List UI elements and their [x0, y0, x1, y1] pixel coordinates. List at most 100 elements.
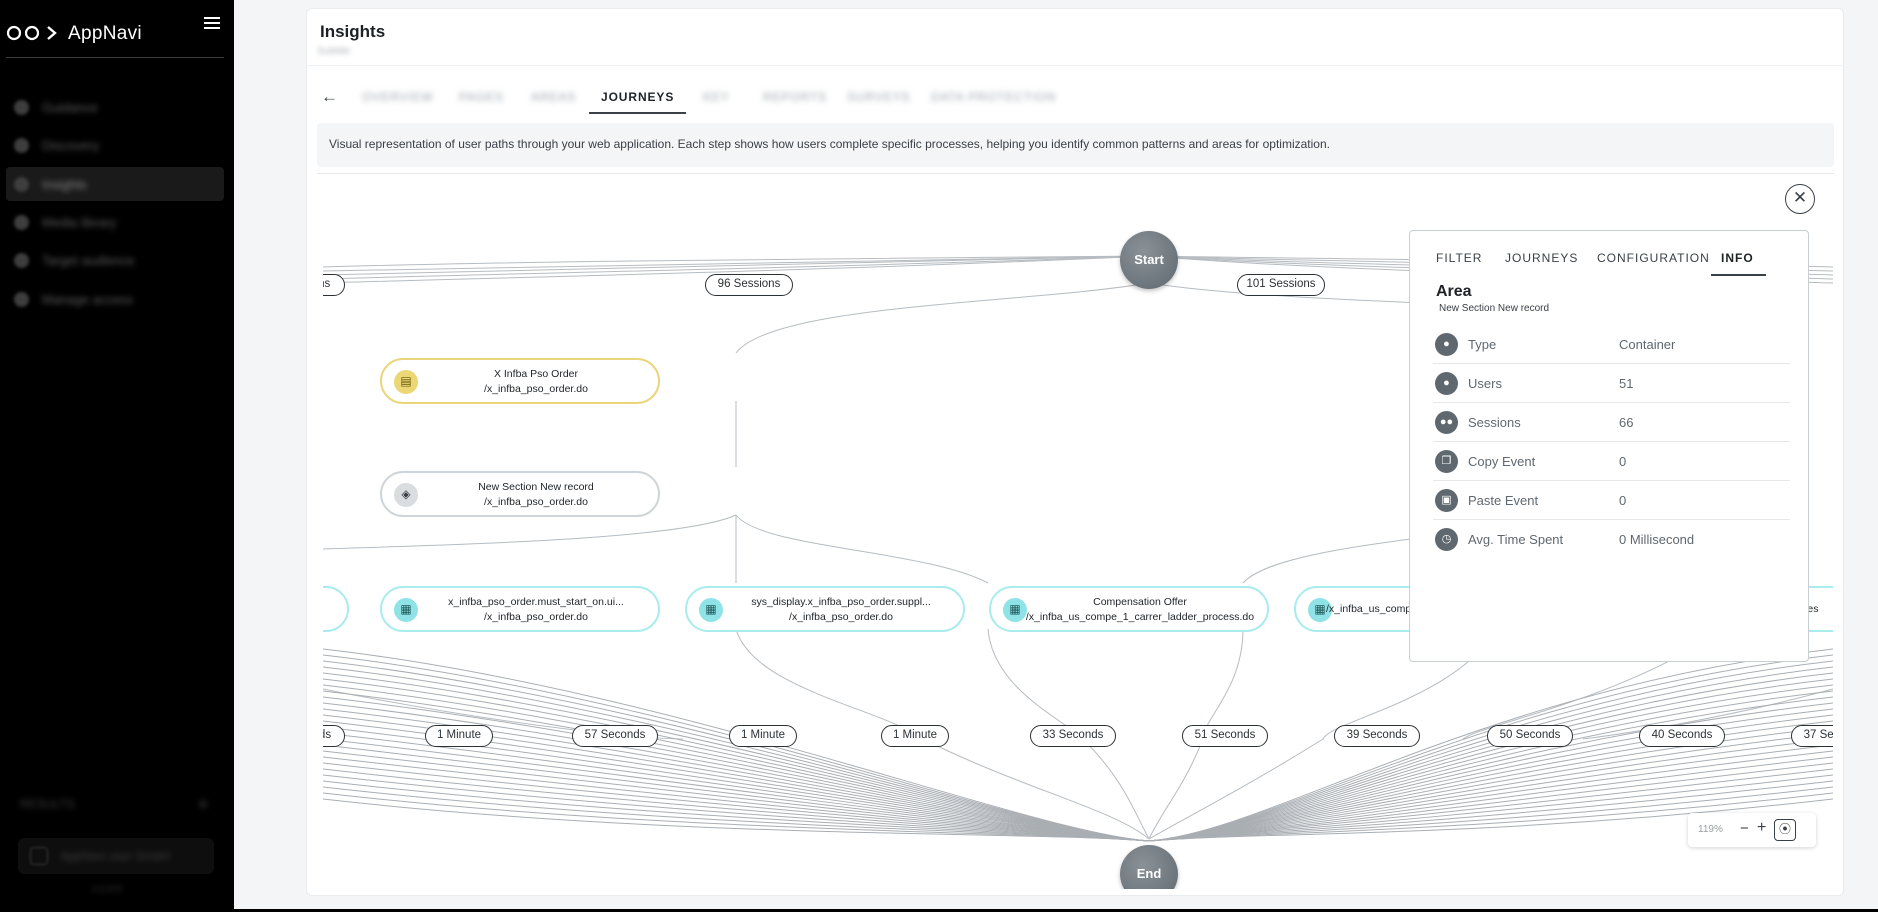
sidebar-item-label: Target audience	[42, 253, 135, 268]
user-menu[interactable]: AppNavi user GmbH	[18, 838, 214, 874]
time-label: 40 Seconds	[1639, 725, 1725, 747]
title-divider	[307, 65, 1843, 66]
user-name: AppNavi user GmbH	[60, 849, 171, 863]
panel-tab-info[interactable]: INFO	[1711, 251, 1766, 276]
sidebar-item-media-library[interactable]: Media library	[6, 205, 224, 239]
time-label: 37 Seconds	[1791, 725, 1833, 747]
zoom-in-button[interactable]: +	[1757, 819, 1766, 837]
sidebar-item-manage-access[interactable]: Manage access	[6, 282, 224, 316]
journey-node-new-section[interactable]: ◈ New Section New record /x_infba_pso_or…	[380, 471, 660, 517]
sidebar-item-label: Guidance	[42, 100, 98, 115]
group-icon: ●●	[1435, 411, 1458, 434]
app-name: AppNavi	[68, 23, 142, 44]
sidebar-item-label: Discovery	[42, 138, 100, 153]
person-icon: ●	[1435, 333, 1458, 356]
info-row-avg-time: ◷ Avg. Time Spent 0 Millisecond	[1433, 520, 1790, 559]
reset-view-icon[interactable]: ⦿	[1774, 819, 1796, 841]
panel-tab-journeys[interactable]: JOURNEYS	[1505, 251, 1578, 274]
node-title: New Section New record	[478, 481, 594, 493]
tab-reports[interactable]: REPORTS	[763, 82, 827, 114]
time-label: 39 Seconds	[1334, 725, 1420, 747]
node-path: /x_infba_pso_order.do	[484, 382, 588, 395]
copy-icon: ❐	[1435, 450, 1458, 473]
time-label: 50 Seconds	[1487, 725, 1573, 747]
journey-node-x-infba-pso-order[interactable]: ▤ X Infba Pso Order /x_infba_pso_order.d…	[380, 358, 660, 404]
description-divider	[317, 173, 1834, 174]
page-icon: ▤	[394, 370, 418, 394]
time-label: 57 Seconds	[572, 725, 658, 747]
page-title: Insights	[320, 22, 386, 41]
menu-toggle-icon[interactable]	[204, 17, 220, 32]
appnavi-logo-icon	[6, 25, 57, 41]
journey-node-compensation-offer[interactable]: ▦ Compensation Offer /x_infba_us_compe_1…	[989, 586, 1269, 632]
tab-journeys[interactable]: JOURNEYS	[589, 82, 687, 114]
time-label: ds	[323, 725, 345, 747]
sidebar-divider	[6, 57, 224, 58]
close-panel-button[interactable]: ✕	[1785, 184, 1815, 214]
journey-node-sys-display[interactable]: ▦ sys_display.x_infba_pso_order.suppl...…	[685, 586, 965, 632]
time-label: 1 Minute	[881, 725, 949, 747]
logo[interactable]: AppNavi	[0, 10, 234, 50]
node-path: /x_infba_pso_order.do	[789, 610, 893, 623]
info-row-type: ● Type Container	[1433, 325, 1790, 364]
zoom-level: 119%	[1698, 824, 1723, 835]
tab-surveys[interactable]: SURVEYS	[847, 82, 910, 114]
clipboard-icon: ▣	[1435, 489, 1458, 512]
sidebar-item-insights[interactable]: Insights	[6, 167, 224, 201]
avatar	[30, 847, 48, 865]
node-title: x_infba_pso_order.must_start_on.ui...	[448, 596, 624, 608]
access-icon	[14, 292, 29, 307]
node-path: /x_infba_pso_order.do	[484, 495, 588, 508]
tab-key[interactable]: KEY	[703, 82, 730, 114]
sidebar-item-target-audience[interactable]: Target audience	[6, 243, 224, 277]
sidebar: AppNavi Guidance Discovery Insights Medi…	[0, 0, 234, 912]
sidebar-footer-section: RESULTS	[20, 797, 75, 811]
tab-data-protection[interactable]: DATA PROTECTION	[931, 82, 1056, 114]
node-path: /x_infba_us_compe_1_carrer_ladder_proces…	[1025, 610, 1255, 623]
info-panel: FILTER JOURNEYS CONFIGURATION INFO Area …	[1409, 230, 1809, 662]
journeys-description: Visual representation of user paths thro…	[317, 123, 1834, 167]
person-icon: ●	[1435, 372, 1458, 395]
insights-icon	[14, 177, 29, 192]
zoom-control: 119% − + ⦿	[1688, 813, 1816, 847]
sidebar-item-label: Manage access	[42, 292, 134, 307]
tab-areas[interactable]: AREAS	[531, 82, 576, 114]
search-icon	[14, 138, 29, 153]
list-icon: ▦	[394, 598, 418, 622]
panel-tab-filter[interactable]: FILTER	[1436, 251, 1482, 274]
node-path: /x_infba_pso_order.do	[484, 610, 588, 623]
sidebar-item-label: Insights	[42, 177, 87, 192]
page-subtitle: Subtitle	[317, 46, 351, 57]
sidebar-item-guidance[interactable]: Guidance	[6, 90, 224, 124]
app-version: v.1.0.0	[92, 884, 122, 895]
journey-node-must-start[interactable]: ▦ x_infba_pso_order.must_start_on.ui... …	[380, 586, 660, 632]
audience-icon	[14, 253, 29, 268]
layers-icon: ◈	[394, 483, 418, 507]
list-icon: ▦	[699, 598, 723, 622]
area-title: Area	[1436, 283, 1472, 300]
info-row-copy-event: ❐ Copy Event 0	[1433, 442, 1790, 481]
time-label: 1 Minute	[729, 725, 797, 747]
info-row-paste-event: ▣ Paste Event 0	[1433, 481, 1790, 520]
area-subtitle: New Section New record	[1439, 303, 1550, 314]
sidebar-item-label: Media library	[42, 215, 117, 230]
session-label: 101 Sessions	[1237, 274, 1325, 296]
info-row-users: ● Users 51	[1433, 364, 1790, 403]
session-label: ons	[323, 274, 345, 296]
time-label: 33 Seconds	[1030, 725, 1116, 747]
zoom-out-button[interactable]: −	[1740, 820, 1749, 837]
node-title: Compensation Offer	[1093, 596, 1187, 608]
start-node[interactable]: Start	[1120, 231, 1178, 289]
panel-tab-configuration[interactable]: CONFIGURATION	[1597, 251, 1710, 274]
session-label: 96 Sessions	[705, 274, 793, 296]
guidance-icon	[14, 100, 29, 115]
tab-overview[interactable]: OVERVIEW	[362, 82, 434, 114]
back-arrow-icon[interactable]: ←	[321, 87, 338, 107]
sidebar-footer-icon[interactable]: ⊕	[198, 797, 208, 811]
node-title: X Infba Pso Order	[493, 368, 579, 380]
node-title: sys_display.x_infba_pso_order.suppl...	[751, 596, 931, 608]
tab-pages[interactable]: PAGES	[459, 82, 504, 114]
time-label: 51 Seconds	[1182, 725, 1268, 747]
media-icon	[14, 215, 29, 230]
sidebar-item-discovery[interactable]: Discovery	[6, 128, 224, 162]
